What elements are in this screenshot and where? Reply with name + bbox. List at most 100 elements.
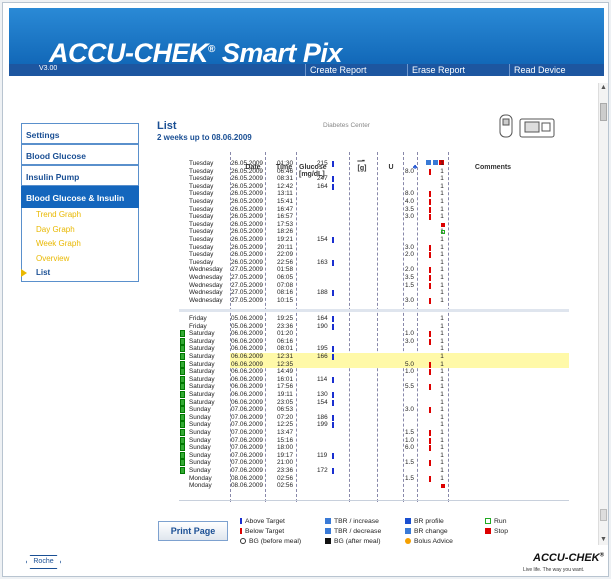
- stop-icon: [441, 222, 445, 227]
- legend-br-change: BR change: [405, 528, 448, 535]
- scroll-thumb-lower[interactable]: [600, 509, 607, 521]
- below-target-mark: [429, 297, 431, 304]
- above-target-mark: [332, 468, 334, 474]
- table-bottom-line: [179, 500, 569, 501]
- cell-day: Wednesday: [189, 281, 223, 289]
- cell-bp: 1: [440, 198, 444, 205]
- above-target-mark: [332, 176, 334, 183]
- cell-time: 18:26: [277, 228, 293, 236]
- sidebar-item-insulin-pump[interactable]: Insulin Pump: [21, 165, 139, 186]
- below-target-mark: [429, 199, 431, 205]
- header-banner: ACCU-CHEK® Smart Pix: [9, 8, 604, 68]
- below-target-mark: [429, 384, 431, 391]
- cell-bp: 1: [440, 243, 444, 251]
- cell-bp: 1: [440, 236, 444, 243]
- table-row: Saturday 06.06.2009 19:11 130 1: [179, 391, 569, 399]
- legend-bolus-label: Bolus Advice: [414, 538, 453, 545]
- sidebar-item-bg-insulin[interactable]: Blood Glucose & Insulin: [21, 186, 139, 208]
- cell-day: Sunday: [189, 413, 211, 421]
- below-target-mark: [429, 445, 431, 452]
- below-target-mark: [429, 338, 431, 345]
- cell-glu: 188: [317, 289, 328, 297]
- above-target-mark: [332, 399, 334, 406]
- below-target-mark: [429, 168, 431, 175]
- cell-bp: 1: [440, 251, 444, 259]
- cell-day: Tuesday: [189, 190, 214, 198]
- cell-date: 26.05.2009: [231, 213, 263, 221]
- above-target-mark: [332, 290, 334, 297]
- sidebar-sub-day-graph[interactable]: Day Graph: [21, 222, 139, 237]
- below-target-mark: [429, 407, 431, 414]
- sidebar-sub-week-graph[interactable]: Week Graph: [21, 237, 139, 252]
- tbr-increase-icon: [325, 518, 331, 525]
- cell-day: Tuesday: [189, 182, 214, 190]
- cell-day: Wednesday: [189, 274, 223, 281]
- cell-time: 08:16: [277, 289, 293, 297]
- scrollbar[interactable]: ▲ ▼: [598, 83, 608, 545]
- table-row: Sunday 07.06.2009 19:17 119 1: [179, 451, 569, 460]
- legend-br-change-label: BR change: [414, 528, 448, 535]
- brand-tagline: Live life. The way you want.: [523, 567, 585, 573]
- cell-date: 26.05.2009: [231, 236, 263, 243]
- scroll-thumb[interactable]: [600, 103, 607, 121]
- cell-day: Monday: [189, 482, 212, 490]
- table-row: Sunday 07.06.2009 23:36 172 1: [179, 467, 569, 475]
- cell-time: 01:20: [277, 330, 293, 338]
- cell-time: 22:56: [277, 258, 293, 266]
- table-row: Saturday 06.06.2009 16:01 114 1: [179, 375, 569, 384]
- table-row: Tuesday 26.05.2009 18:26 1: [179, 228, 569, 236]
- print-page-button[interactable]: Print Page: [158, 521, 228, 541]
- sidebar-sub-trend-graph[interactable]: Trend Graph: [21, 208, 139, 223]
- sidebar-sub-overview[interactable]: Overview: [21, 251, 139, 266]
- cell-date: 27.05.2009: [231, 281, 263, 289]
- cell-day: Saturday: [189, 330, 215, 338]
- below-target-mark: [429, 282, 431, 289]
- menu-create-report[interactable]: Create Report: [305, 64, 405, 76]
- cell-date: 26.05.2009: [231, 198, 263, 205]
- logo-registered: ®: [208, 44, 215, 55]
- above-target-mark: [332, 422, 334, 429]
- scroll-up-icon[interactable]: ▲: [599, 83, 608, 93]
- run-icon: [441, 230, 445, 235]
- weekend-marker-icon: [180, 444, 185, 452]
- sidebar-item-blood-glucose[interactable]: Blood Glucose: [21, 144, 139, 165]
- cell-time: 23:36: [277, 467, 293, 474]
- cell-bp: 1: [440, 330, 444, 338]
- cell-time: 06:53: [277, 406, 293, 414]
- cell-bp: 1: [440, 315, 444, 322]
- cell-bp: 1: [440, 274, 444, 281]
- above-target-mark: [332, 183, 334, 190]
- sidebar-item-settings[interactable]: Settings: [21, 123, 139, 144]
- menu-read-device[interactable]: Read Device: [509, 64, 603, 76]
- below-target-mark: [429, 206, 431, 213]
- cell-day: Sunday: [189, 406, 211, 414]
- menu-erase-report[interactable]: Erase Report: [407, 64, 507, 76]
- cell-day: Saturday: [189, 383, 215, 391]
- weekend-marker-icon: [180, 459, 185, 467]
- cell-day: Wednesday: [189, 296, 223, 304]
- cell-glu: 172: [317, 467, 328, 474]
- sidebar-sub-list[interactable]: List: [21, 266, 139, 281]
- table-row: Tuesday 26.05.2009 19:21 154 1: [179, 236, 569, 244]
- scroll-down-icon[interactable]: ▼: [599, 535, 608, 545]
- cell-date: 05.06.2009: [231, 322, 263, 330]
- cell-day: Sunday: [189, 451, 211, 459]
- tbr-decrease-icon: [325, 528, 331, 535]
- above-target-mark: [332, 354, 334, 360]
- bg-before-icon: [240, 538, 246, 545]
- table-row: Wednesday 27.05.2009 06:05 3.5 1: [179, 274, 569, 282]
- cell-bp: 1: [440, 360, 444, 368]
- cell-day: Sunday: [189, 444, 211, 452]
- cell-time: 12:31: [277, 353, 293, 360]
- table-row: Wednesday 27.05.2009 07:08 1.5 1: [179, 282, 569, 290]
- accu-chek-brand: ACCU-CHEK®: [533, 552, 604, 564]
- table-row: Wednesday 27.05.2009 08:16 188 1: [179, 289, 569, 297]
- below-target-mark: [429, 275, 431, 281]
- cell-date: 06.06.2009: [231, 383, 263, 391]
- cell-time: 13:11: [277, 190, 293, 198]
- cell-time: 14:49: [277, 368, 293, 376]
- cell-date: 07.06.2009: [231, 421, 263, 429]
- table-row: Sunday 07.06.2009 07:20 186 1: [179, 413, 569, 422]
- legend-br-profile: BR profile: [405, 518, 444, 525]
- cell-day: Tuesday: [189, 160, 214, 167]
